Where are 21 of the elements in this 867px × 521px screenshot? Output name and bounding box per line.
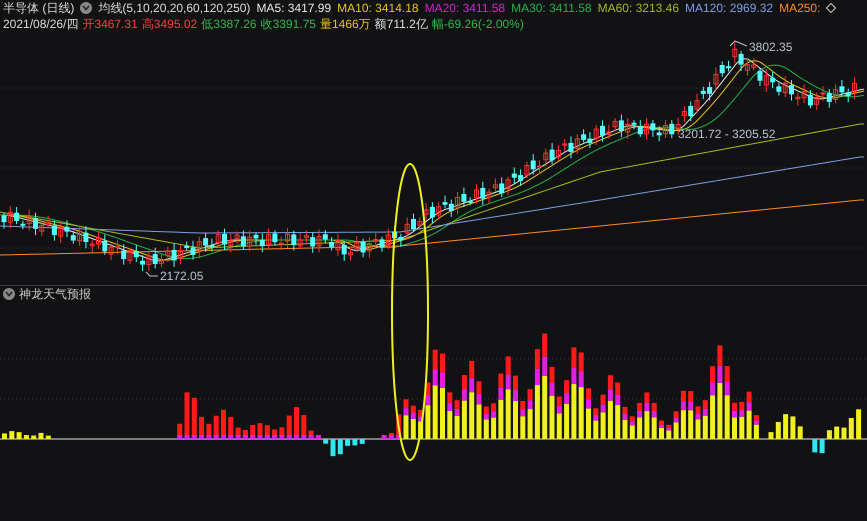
indicator-title: 神龙天气预报 (19, 286, 91, 302)
ma-value: MA10: 3414.18 (337, 1, 419, 15)
ma-value: MA120: 2969.32 (685, 1, 774, 15)
quote-value: 收3391.75 (260, 16, 316, 32)
ma-value: MA250: (779, 1, 820, 15)
chart-title: 半导体 (日线) (3, 0, 74, 16)
quote-date: 2021/08/26/四 (3, 16, 78, 32)
quote-value: 幅-69.26(-2.00%) (432, 16, 524, 32)
ma-value: MA60: 3213.46 (598, 1, 679, 15)
quote-value: 量1466万 (320, 16, 371, 32)
quote-value: 开3467.31 (82, 16, 138, 32)
ma-value: MA5: 3417.99 (256, 1, 332, 15)
quote-value: 额711.2亿 (374, 16, 428, 32)
ma-value: MA20: 3411.58 (424, 1, 506, 15)
price-annotation: 2172.05 (160, 269, 204, 283)
quote-value: 低3387.26 (201, 16, 257, 32)
ma-settings-label: 均线(5,10,20,20,60,120,250) (98, 0, 250, 16)
price-annotation: 3802.35 (749, 40, 792, 54)
price-annotation: 3201.72 - 3205.52 (678, 127, 776, 141)
ma-value: MA30: 3411.58 (511, 1, 592, 15)
quote-value: 高3495.02 (142, 16, 198, 32)
